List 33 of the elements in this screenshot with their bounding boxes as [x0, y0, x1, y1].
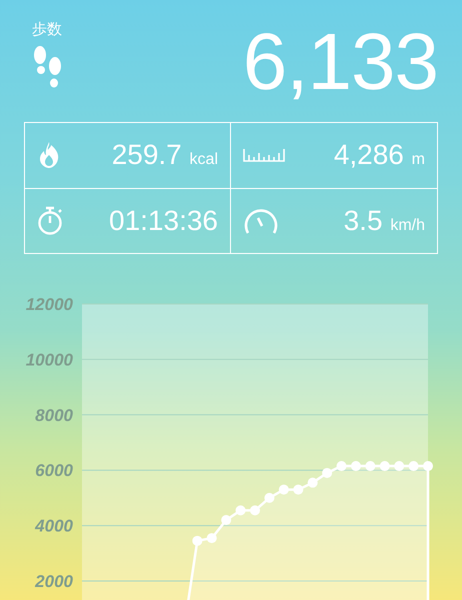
data-point: [322, 468, 332, 478]
y-axis-label: 8000: [35, 406, 73, 425]
data-point: [423, 461, 433, 472]
flame-icon: [37, 141, 61, 170]
data-point: [264, 492, 274, 503]
stat-value: 259.7 kcal: [112, 139, 218, 172]
data-point: [408, 461, 419, 472]
y-axis-label: 6000: [35, 461, 73, 480]
data-point: [221, 515, 232, 526]
data-point: [308, 478, 318, 488]
y-axis-label: 10000: [26, 350, 73, 370]
data-point: [206, 533, 217, 544]
y-axis-label: 4000: [35, 516, 73, 536]
data-point: [394, 461, 404, 472]
data-point: [250, 505, 260, 516]
data-point: [293, 484, 304, 495]
stat-value: 4,286 m: [334, 139, 425, 172]
ruler-icon: [243, 148, 285, 162]
data-point: [336, 461, 346, 472]
y-axis-label: 2000: [35, 572, 73, 591]
stat-value: 3.5 km/h: [344, 204, 425, 237]
steps-label: 歩数: [32, 20, 62, 39]
speedometer-icon: [243, 206, 279, 235]
data-point: [192, 536, 202, 546]
data-point: [350, 461, 361, 472]
data-point: [380, 461, 390, 472]
stat-value: 01:13:36: [109, 204, 218, 237]
data-point: [365, 461, 376, 472]
step-count: 6,133: [242, 22, 438, 102]
y-axis-label: 12000: [26, 295, 73, 314]
data-point: [236, 505, 246, 516]
stopwatch-icon: [37, 206, 63, 236]
data-point: [278, 484, 289, 495]
